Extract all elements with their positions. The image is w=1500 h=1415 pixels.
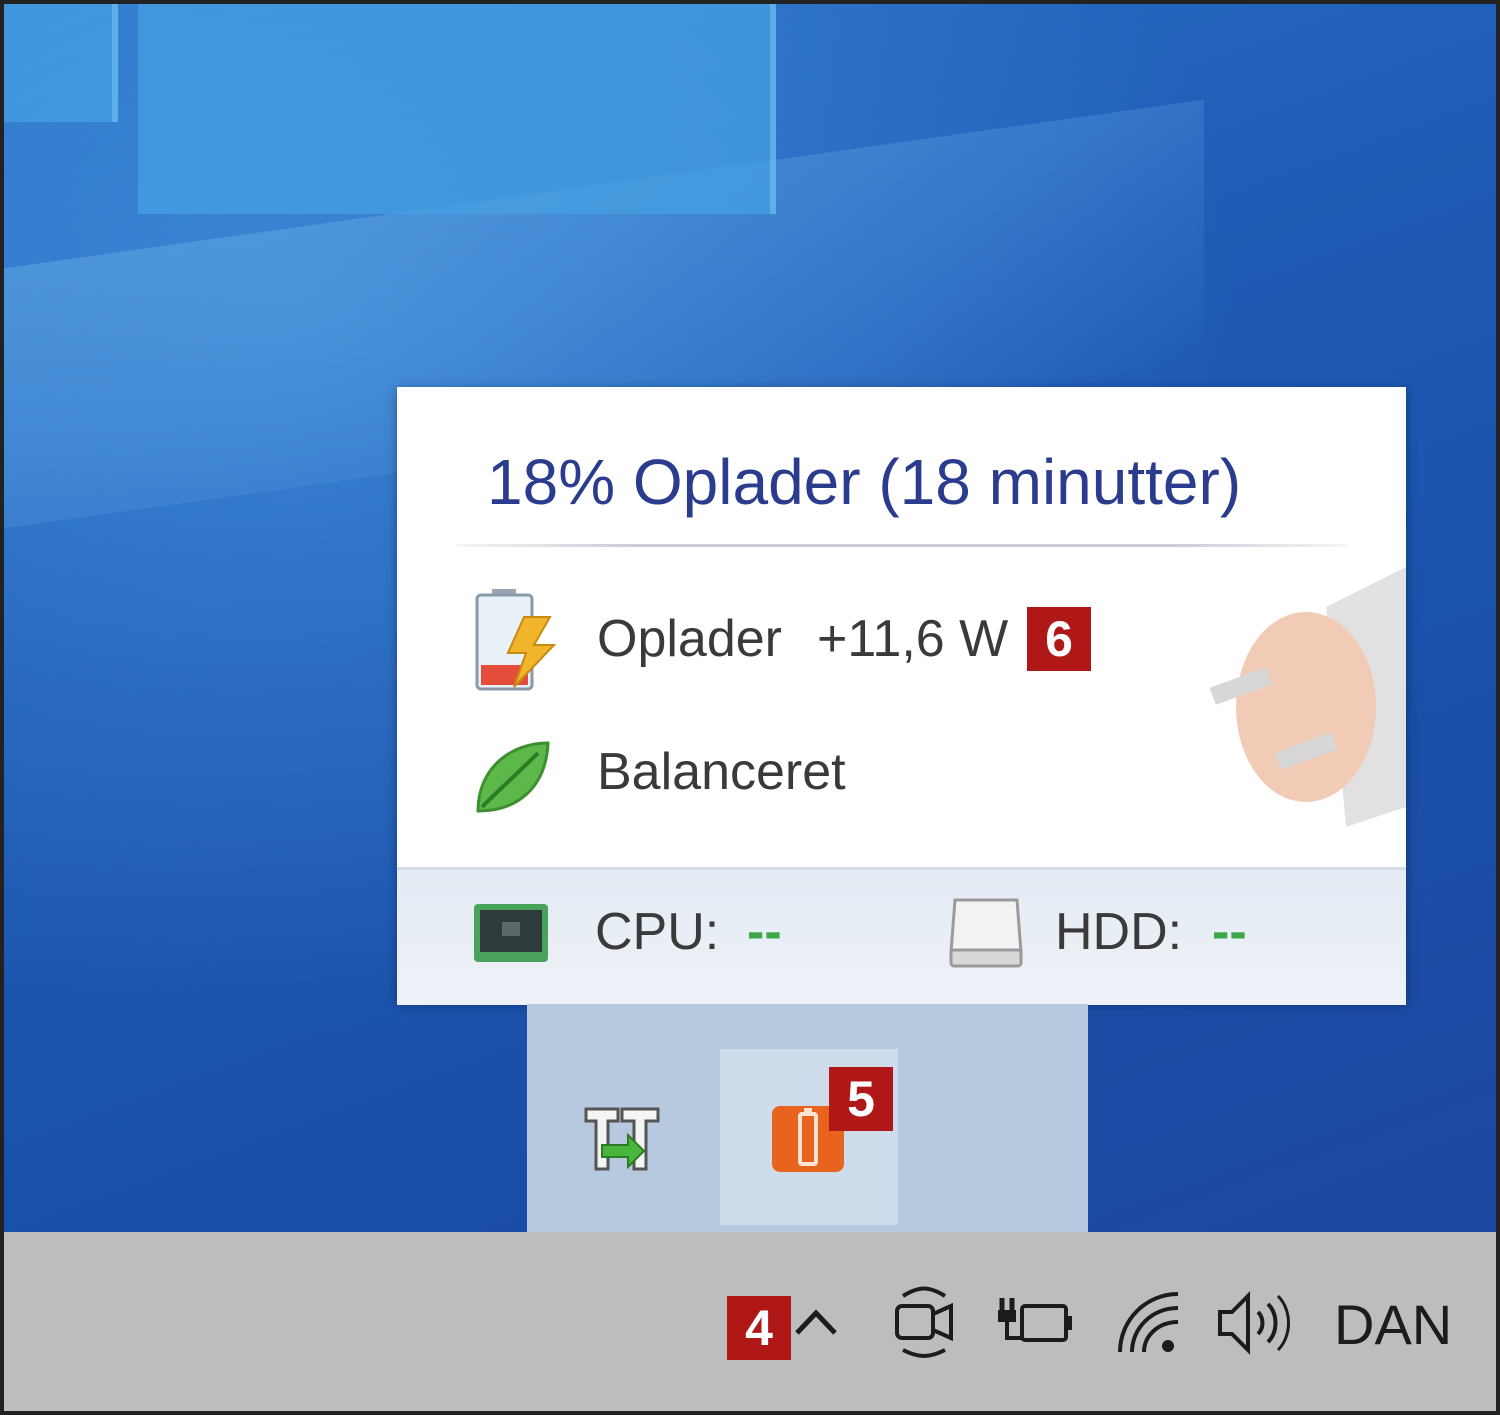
- screenshot-frame: 18% Oplader (18 minutter) Oplader +11,6 …: [0, 0, 1500, 1415]
- leaf-icon: [476, 741, 550, 813]
- flyout-divider: [457, 544, 1347, 547]
- power-plug-icon: [1209, 567, 1406, 827]
- resource-status-strip: CPU: -- HDD: --: [397, 867, 1406, 1005]
- wifi-icon[interactable]: [1116, 1288, 1182, 1358]
- callout-badge-4: 4: [727, 1296, 791, 1360]
- taskbar: 4 DAN: [4, 1232, 1496, 1411]
- callout-badge-6: 6: [1027, 607, 1091, 671]
- wallpaper-window-pane: [4, 4, 118, 122]
- wallpaper-window-pane: [138, 4, 776, 214]
- hard-drive-icon: [949, 898, 1023, 968]
- cpu-label: CPU:: [595, 903, 720, 961]
- power-plan-label[interactable]: Balanceret: [597, 742, 846, 802]
- cpu-value: --: [747, 903, 782, 961]
- sync-transfer-icon[interactable]: [582, 1099, 662, 1179]
- cpu-chip-icon: [474, 904, 548, 962]
- language-indicator[interactable]: DAN: [1334, 1292, 1452, 1357]
- hdd-label: HDD:: [1055, 903, 1183, 961]
- power-value: +11,6 W: [817, 610, 1009, 668]
- battery-flyout: 18% Oplader (18 minutter) Oplader +11,6 …: [397, 387, 1406, 1005]
- power-battery-icon[interactable]: [994, 1292, 1074, 1352]
- hdd-value: --: [1212, 903, 1247, 961]
- power-label: Oplader: [597, 610, 782, 668]
- chevron-up-icon[interactable]: [791, 1297, 841, 1347]
- meet-now-camera-icon[interactable]: [889, 1284, 959, 1360]
- callout-badge-5: 5: [829, 1067, 893, 1131]
- battery-status-title: 18% Oplader (18 minutter): [487, 446, 1242, 518]
- tray-overflow-panel: 5: [527, 1004, 1088, 1232]
- battery-charging-icon: [475, 589, 557, 691]
- volume-icon[interactable]: [1214, 1288, 1294, 1358]
